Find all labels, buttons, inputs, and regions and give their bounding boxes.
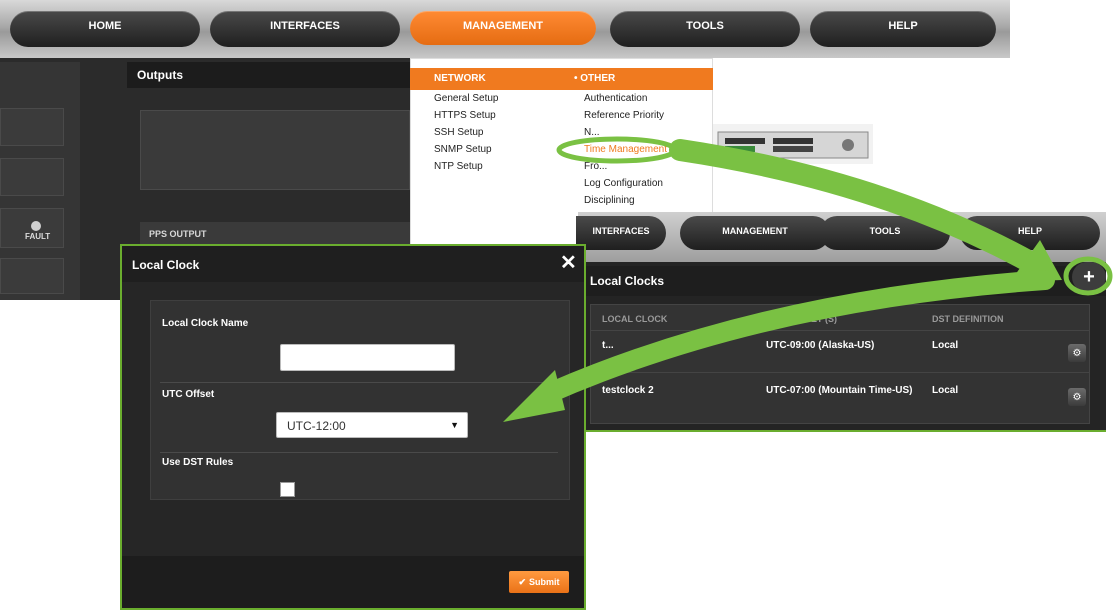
arrow-to-add-button <box>669 139 1041 273</box>
arrow-to-dialog <box>535 270 1055 405</box>
arrowhead-icon <box>503 370 565 422</box>
annotation-overlay <box>503 136 1113 422</box>
highlight-time-management <box>556 136 678 164</box>
highlight-add-button <box>1063 256 1113 296</box>
